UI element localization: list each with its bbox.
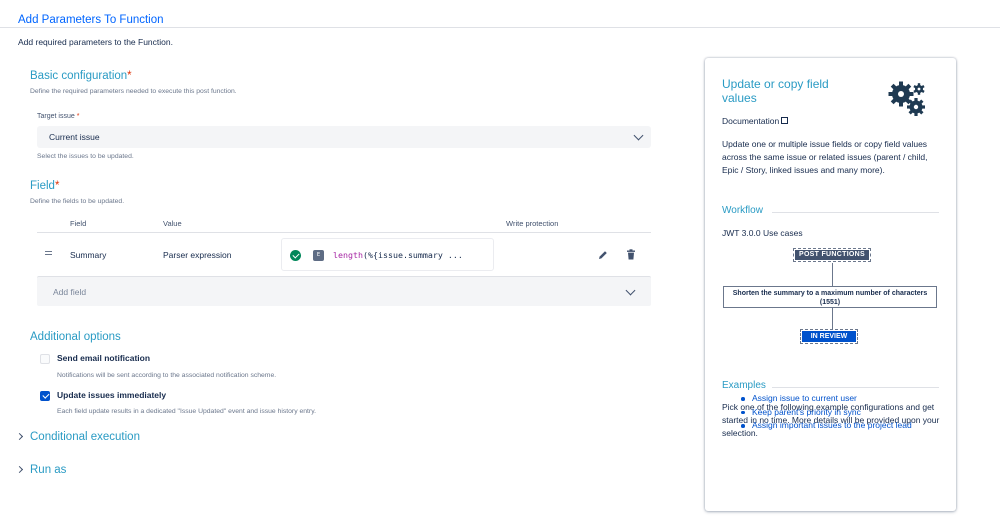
- update-immediately-checkbox[interactable]: [40, 391, 50, 401]
- workflow-heading-rule: [772, 212, 939, 213]
- column-header-field: Field: [70, 219, 87, 228]
- target-issue-label-text: Target issue: [37, 113, 75, 120]
- workflow-connector: [832, 263, 833, 286]
- conditional-execution-label: Conditional execution: [30, 431, 140, 443]
- example-link[interactable]: Keep parent's priority in sync: [741, 406, 912, 420]
- additional-options-heading: Additional options: [30, 331, 121, 343]
- basic-configuration-description: Define the required parameters needed to…: [30, 88, 237, 95]
- chevron-down-icon: [625, 285, 636, 296]
- workflow-heading: Workflow: [722, 205, 763, 216]
- expression-editor[interactable]: E length(%{issue.summary ...: [281, 238, 494, 271]
- target-issue-help: Select the issues to be updated.: [37, 153, 134, 160]
- example-link[interactable]: Assign issue to current user: [741, 392, 912, 406]
- page-title: Add Parameters To Function: [18, 14, 164, 26]
- target-issue-select[interactable]: Current issue: [37, 126, 651, 148]
- send-email-checkbox[interactable]: [40, 354, 50, 364]
- examples-list: Assign issue to current user Keep parent…: [741, 392, 912, 433]
- update-immediately-description: Each field update results in a dedicated…: [57, 408, 316, 415]
- check-circle-icon: [290, 250, 301, 261]
- expression-args: (%{issue.summary ...: [362, 250, 463, 260]
- drag-handle-icon[interactable]: [45, 251, 52, 257]
- add-field-placeholder: Add field: [53, 287, 87, 297]
- field-heading: Field*: [30, 180, 59, 192]
- chevron-down-icon: [633, 130, 644, 141]
- run-as-label: Run as: [30, 464, 67, 476]
- workflow-function-box: Shorten the summary to a maximum number …: [723, 286, 937, 308]
- chevron-right-icon: [15, 465, 24, 474]
- table-header-divider: [37, 232, 651, 233]
- workflow-caption: JWT 3.0.0 Use cases: [722, 228, 803, 238]
- panel-title: Update or copy field values: [722, 77, 829, 105]
- basic-configuration-heading: Basic configuration*: [30, 70, 132, 82]
- title-divider: [0, 27, 1000, 28]
- examples-heading-rule: [772, 387, 939, 388]
- gears-icon: [888, 81, 925, 116]
- field-title: Field: [30, 180, 55, 192]
- page-subtitle: Add required parameters to the Function.: [18, 37, 173, 47]
- target-issue-value: Current issue: [49, 132, 100, 142]
- basic-configuration-title: Basic configuration: [30, 70, 128, 82]
- panel-description: Update one or multiple issue fields or c…: [722, 139, 928, 175]
- send-email-label[interactable]: Send email notification: [57, 353, 150, 363]
- target-issue-label: Target issue *: [37, 113, 79, 120]
- expression-function: length: [333, 250, 363, 260]
- trash-icon[interactable]: [626, 249, 636, 260]
- expression-icon: E: [313, 250, 324, 261]
- example-link[interactable]: Assign important issues to the project l…: [741, 419, 912, 433]
- update-immediately-label[interactable]: Update issues immediately: [57, 390, 166, 400]
- required-mark: *: [54, 180, 60, 192]
- row-value-type: Parser expression: [163, 250, 232, 260]
- row-field-name: Summary: [70, 250, 107, 260]
- workflow-in-review-status: IN REVIEW: [800, 329, 858, 344]
- documentation-link-text: Documentation: [722, 116, 780, 126]
- column-header-write-protection: Write protection: [506, 219, 559, 228]
- required-mark: *: [76, 113, 80, 120]
- external-link-icon: [781, 117, 789, 124]
- chevron-right-icon: [15, 432, 24, 441]
- required-mark: *: [127, 70, 132, 82]
- pencil-icon[interactable]: [598, 250, 608, 260]
- add-field-select[interactable]: Add field: [37, 276, 651, 306]
- workflow-in-review-label: IN REVIEW: [802, 331, 856, 342]
- workflow-post-functions-label: POST FUNCTIONS: [795, 250, 869, 260]
- field-description: Define the fields to be updated.: [30, 198, 125, 205]
- info-panel: Update or copy field values Documentatio…: [705, 58, 956, 511]
- documentation-link[interactable]: Documentation: [722, 116, 789, 126]
- expression-text: length(%{issue.summary ...: [333, 250, 463, 260]
- examples-heading: Examples: [722, 380, 766, 391]
- workflow-post-functions-status: POST FUNCTIONS: [793, 248, 871, 262]
- workflow-connector: [832, 308, 833, 329]
- send-email-description: Notifications will be sent according to …: [57, 372, 277, 379]
- column-header-value: Value: [163, 219, 182, 228]
